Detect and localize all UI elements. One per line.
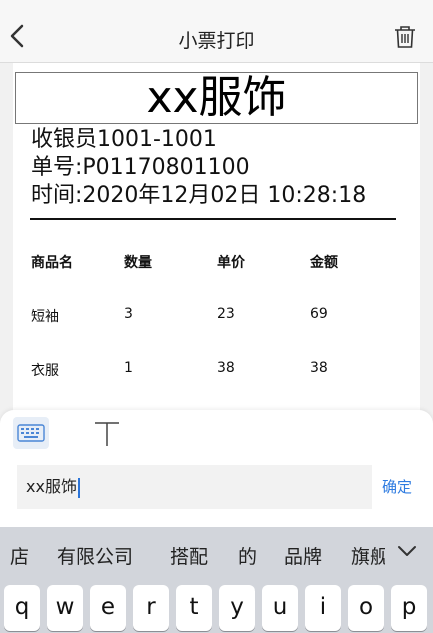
column-header-amount: 金额	[310, 255, 338, 271]
suggestion-item[interactable]: 品牌	[284, 542, 322, 569]
text-input[interactable]: xx服饰	[17, 465, 372, 509]
suggestion-item[interactable]: 搭配	[170, 542, 208, 569]
suggestion-item[interactable]: 店	[10, 542, 29, 569]
order-number-line: 单号:P01170801100	[31, 155, 250, 180]
keyboard-tool-button[interactable]	[13, 417, 49, 449]
item-quantity: 1	[124, 360, 133, 376]
item-unit-price: 23	[217, 306, 235, 322]
edit-panel: xx服饰 确定	[0, 410, 433, 530]
cashier-line: 收银员1001-1001	[31, 127, 217, 152]
keyboard-icon	[17, 424, 45, 442]
item-name: 衣服	[31, 363, 59, 379]
column-header-name: 商品名	[31, 255, 73, 271]
column-header-unit-price: 单价	[217, 255, 245, 271]
page-title: 小票打印	[178, 30, 255, 52]
suggestion-item[interactable]: 的	[238, 542, 257, 569]
receipt-preview: xx服饰 收银员1001-1001 单号:P01170801100 时间:202…	[13, 63, 420, 423]
key-y[interactable]: y	[219, 585, 255, 631]
key-u[interactable]: u	[262, 585, 298, 631]
nav-bar: 小票打印	[0, 0, 433, 62]
time-line: 时间:2020年12月02日 10:28:18	[31, 183, 367, 208]
key-q[interactable]: q	[4, 585, 40, 631]
text-caret	[77, 477, 80, 498]
text-icon[interactable]	[92, 419, 122, 449]
column-header-quantity: 数量	[124, 255, 152, 271]
key-e[interactable]: e	[90, 585, 126, 631]
key-r[interactable]: r	[133, 585, 169, 631]
receipt-divider	[30, 218, 396, 220]
keyboard: 店 有限公司 搭配 的 品牌 旗舰 q w e r t y u i o p	[0, 527, 433, 633]
suggestion-bar: 店 有限公司 搭配 的 品牌 旗舰	[0, 527, 433, 579]
chevron-down-icon[interactable]	[395, 539, 419, 563]
suggestion-item[interactable]: 旗舰	[351, 542, 385, 569]
item-amount: 69	[310, 306, 328, 322]
text-input-value: xx服饰	[26, 477, 77, 496]
key-o[interactable]: o	[348, 585, 384, 631]
key-p[interactable]: p	[391, 585, 427, 631]
key-w[interactable]: w	[47, 585, 83, 631]
shop-name: xx服饰	[146, 72, 287, 123]
item-unit-price: 38	[217, 360, 235, 376]
trash-icon[interactable]	[393, 24, 417, 50]
shop-name-box[interactable]: xx服饰	[15, 72, 418, 124]
item-quantity: 3	[124, 306, 133, 322]
key-t[interactable]: t	[176, 585, 212, 631]
item-amount: 38	[310, 360, 328, 376]
confirm-button[interactable]: 确定	[382, 476, 412, 497]
item-name: 短袖	[31, 309, 59, 325]
key-i[interactable]: i	[305, 585, 341, 631]
suggestion-item[interactable]: 有限公司	[57, 542, 133, 569]
